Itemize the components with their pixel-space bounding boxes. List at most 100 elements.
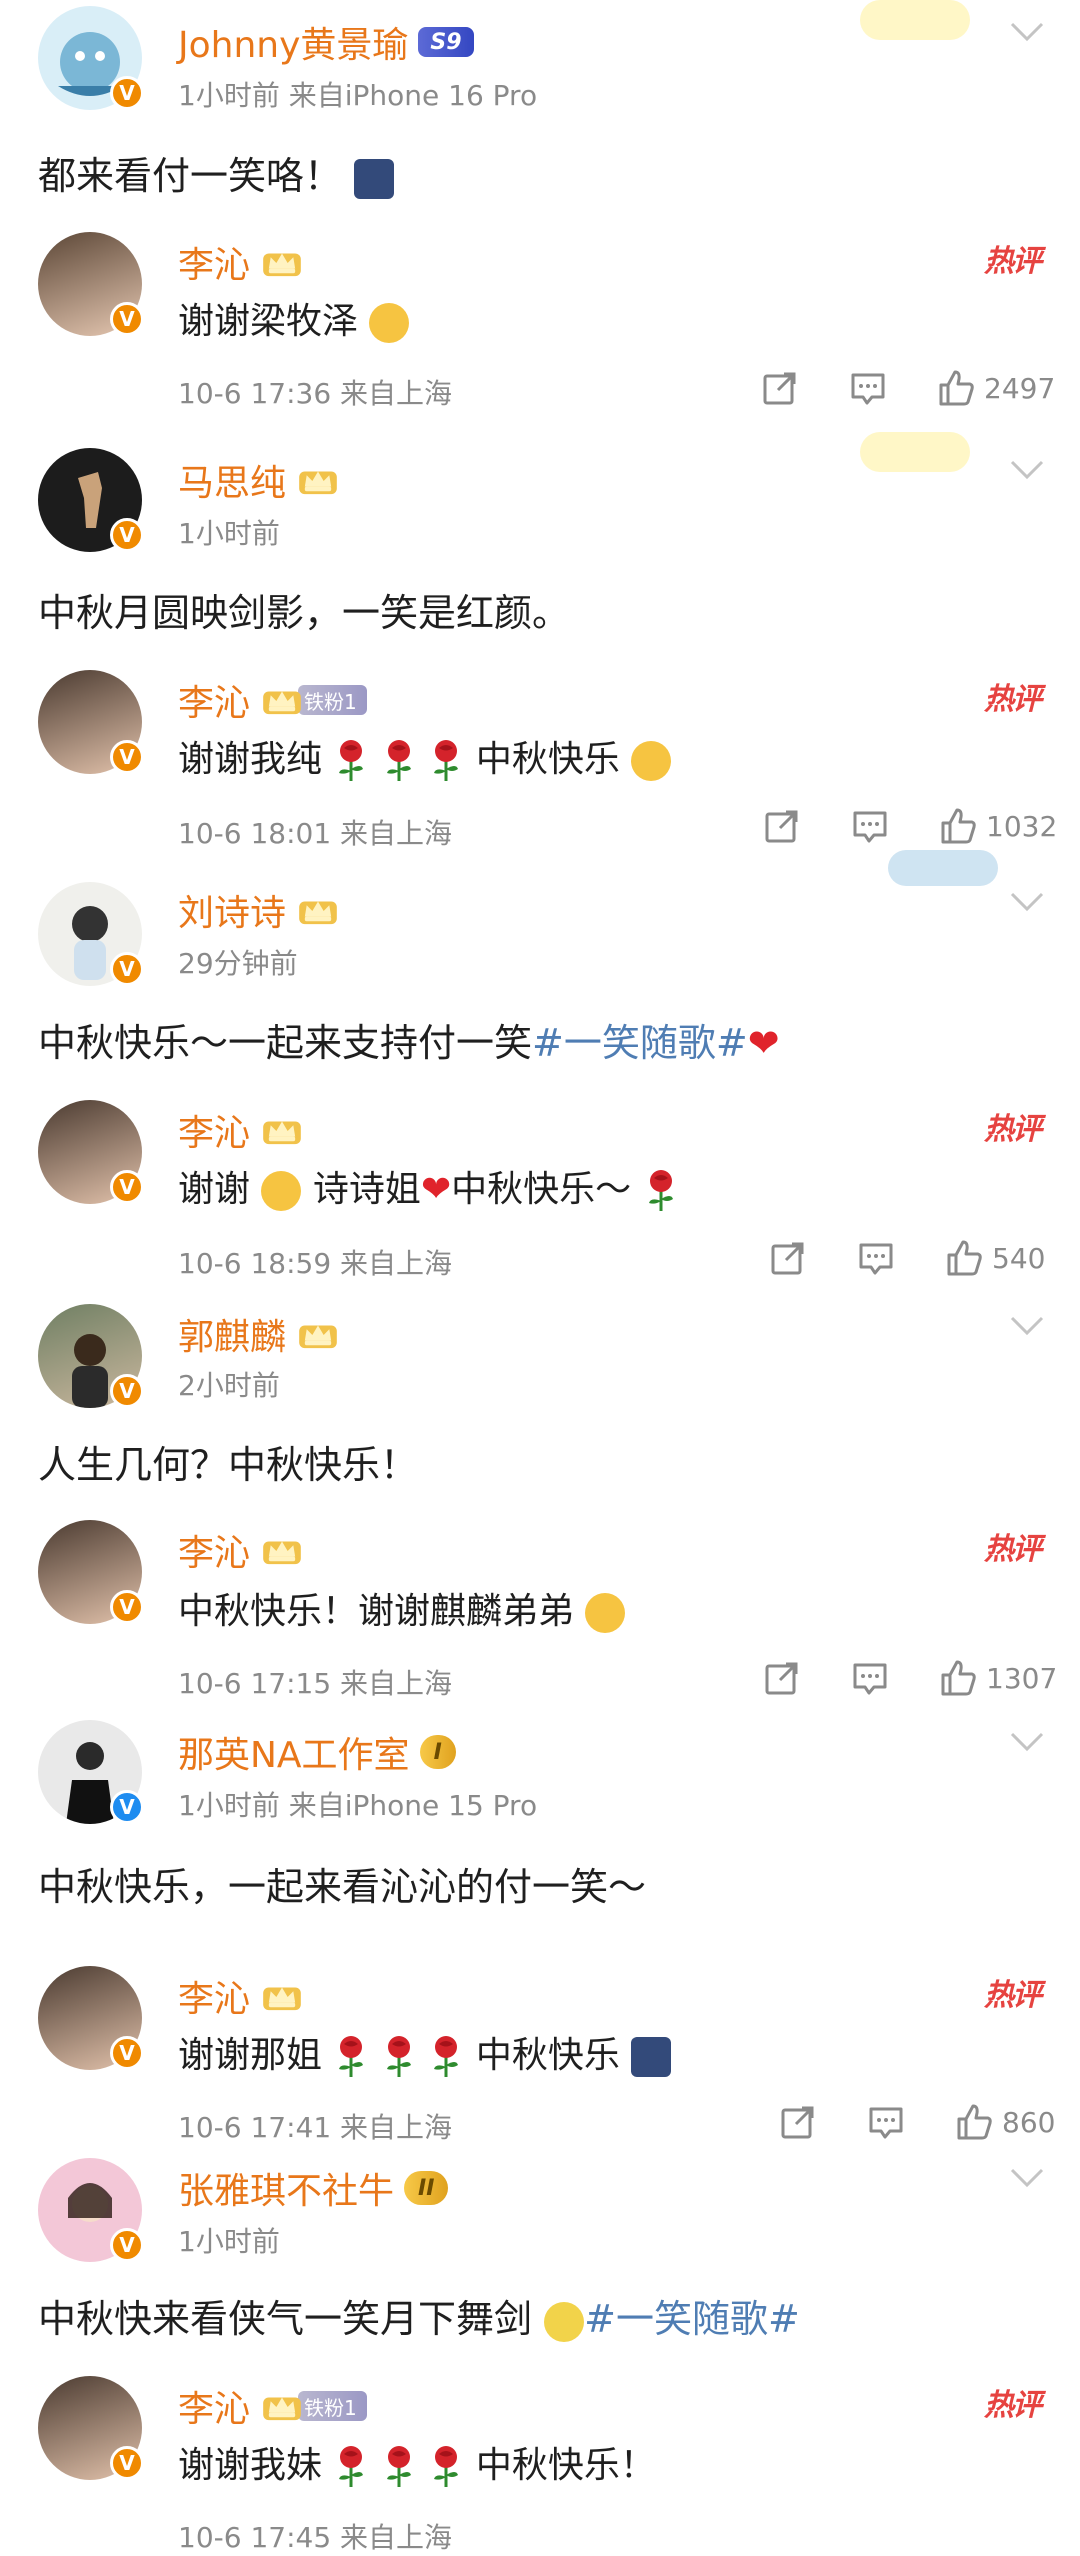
avatar[interactable]: V: [38, 1304, 144, 1408]
svip-badge: S9: [418, 27, 474, 57]
avatar[interactable]: V: [38, 1520, 144, 1624]
rose-icon: [333, 2445, 369, 2489]
comment-icon[interactable]: [866, 2102, 906, 2142]
verified-icon: V: [110, 740, 144, 774]
rose-icon: [428, 739, 464, 783]
crown-icon: [296, 1318, 340, 1350]
avatar[interactable]: V: [38, 670, 144, 774]
comment-author: 马思纯: [178, 454, 340, 506]
reply-actions: 2497: [760, 368, 1055, 408]
plog-sticker: [860, 432, 970, 472]
like-button[interactable]: 540: [944, 1238, 1045, 1278]
heart-icon: ❤: [420, 1169, 452, 1210]
comment-icon[interactable]: [850, 806, 890, 846]
reply-text: 谢谢我纯 中秋快乐: [178, 730, 672, 783]
rose-icon: [428, 2445, 464, 2489]
kiss-emoji-icon: [631, 741, 672, 781]
avatar[interactable]: V: [38, 1966, 144, 2070]
reply-meta: 10-6 17:45 来自上海: [178, 2521, 453, 2554]
rose-icon: [643, 1169, 679, 1213]
reply-meta: 10-6 18:59 来自上海: [178, 1247, 453, 1280]
avatar[interactable]: V: [38, 2158, 144, 2262]
chevron-down-icon[interactable]: [1010, 2168, 1044, 2188]
comment-meta: 1小时前 来自iPhone 15 Pro: [178, 1789, 538, 1822]
reply-actions: 540: [768, 1238, 1045, 1278]
like-count: 540: [992, 1241, 1046, 1275]
comment-icon[interactable]: [856, 1238, 896, 1278]
verified-icon: V: [110, 2036, 144, 2070]
comment-author: Johnny黄景瑜 S9: [178, 16, 474, 68]
moon-emoji-icon: [544, 2301, 585, 2342]
reply-text: 中秋快乐！谢谢麒麟弟弟: [178, 1582, 626, 1634]
verified-icon: V: [110, 518, 144, 552]
share-icon[interactable]: [762, 1658, 802, 1698]
like-button[interactable]: 2497: [936, 368, 1055, 408]
share-icon[interactable]: [760, 368, 800, 408]
author-name[interactable]: Johnny黄景瑜: [178, 16, 408, 68]
reply-author: 李沁: [178, 236, 304, 288]
hot-comment-badge: 热评: [984, 682, 1042, 717]
topic-link[interactable]: #一笑随歌#: [584, 2297, 800, 2341]
topic-link[interactable]: #一笑随歌#: [532, 1021, 748, 1065]
like-count: 860: [1002, 2105, 1056, 2139]
comment-icon[interactable]: [850, 1658, 890, 1698]
chevron-down-icon[interactable]: [1010, 22, 1044, 42]
avatar[interactable]: V: [38, 882, 144, 986]
fan-badge: 铁粉1: [298, 2391, 367, 2421]
moon-emoji-icon: [631, 2037, 672, 2077]
like-count: 2497: [984, 371, 1056, 405]
avatar[interactable]: V: [38, 448, 144, 552]
rose-icon: [381, 739, 417, 783]
share-icon[interactable]: [778, 2102, 818, 2142]
like-icon: [954, 2102, 994, 2142]
verified-icon: V: [110, 76, 144, 110]
hot-comment-badge: 热评: [984, 2388, 1042, 2423]
like-icon: [938, 806, 978, 846]
rose-icon: [333, 739, 369, 783]
chevron-down-icon[interactable]: [1010, 460, 1044, 480]
comment-meta: 1小时前 来自iPhone 16 Pro: [178, 79, 538, 112]
comment-meta: 29分钟前: [178, 947, 298, 980]
reply-author: 李沁: [178, 1524, 304, 1576]
reply-meta: 10-6 17:36 来自上海: [178, 377, 453, 410]
reply-author: 李沁 铁粉1: [178, 2380, 367, 2432]
crown-icon: [260, 246, 304, 278]
level-badge: I: [419, 1735, 456, 1769]
like-button[interactable]: 860: [954, 2102, 1055, 2142]
reply-text: 谢谢梁牧泽: [178, 292, 410, 344]
crown-icon: [296, 894, 340, 926]
heart-icon: ❤: [747, 1021, 780, 1065]
crown-icon: [260, 2390, 304, 2422]
like-button[interactable]: 1307: [938, 1658, 1057, 1698]
crown-icon: [260, 1534, 304, 1566]
kiss-emoji-icon: [261, 1171, 302, 1211]
share-icon[interactable]: [762, 806, 802, 846]
avatar[interactable]: V: [38, 2376, 144, 2480]
chevron-down-icon[interactable]: [1010, 1316, 1044, 1336]
comment-text: 中秋月圆映剑影，一笑是红颜。: [38, 591, 571, 635]
reply-actions: 860: [778, 2102, 1055, 2142]
reply-meta: 10-6 18:01 来自上海: [178, 817, 453, 850]
reply-author: 李沁: [178, 1970, 304, 2022]
comment-icon[interactable]: [848, 368, 888, 408]
crown-icon: [296, 464, 340, 496]
like-icon: [936, 368, 976, 408]
verified-icon: V: [110, 302, 144, 336]
avatar[interactable]: V: [38, 6, 144, 110]
crown-icon: [260, 684, 304, 716]
share-icon[interactable]: [768, 1238, 808, 1278]
hot-comment-badge: 热评: [984, 244, 1042, 279]
verified-icon: V: [110, 1374, 144, 1408]
chevron-down-icon[interactable]: [1010, 1732, 1044, 1752]
like-button[interactable]: 1032: [938, 806, 1057, 846]
reply-actions: 1032: [762, 806, 1057, 846]
comment-text: 中秋快乐～一起来支持付一笑#一笑随歌#❤: [38, 1021, 780, 1065]
verified-icon: V: [110, 1170, 144, 1204]
avatar[interactable]: V: [38, 1100, 144, 1204]
avatar[interactable]: V: [38, 1720, 144, 1824]
chevron-down-icon[interactable]: [1010, 892, 1044, 912]
comment-meta: 1小时前: [178, 517, 280, 550]
sunglasses-emoji-icon: [585, 1593, 626, 1633]
rose-icon: [381, 2035, 417, 2079]
avatar[interactable]: V: [38, 232, 144, 336]
